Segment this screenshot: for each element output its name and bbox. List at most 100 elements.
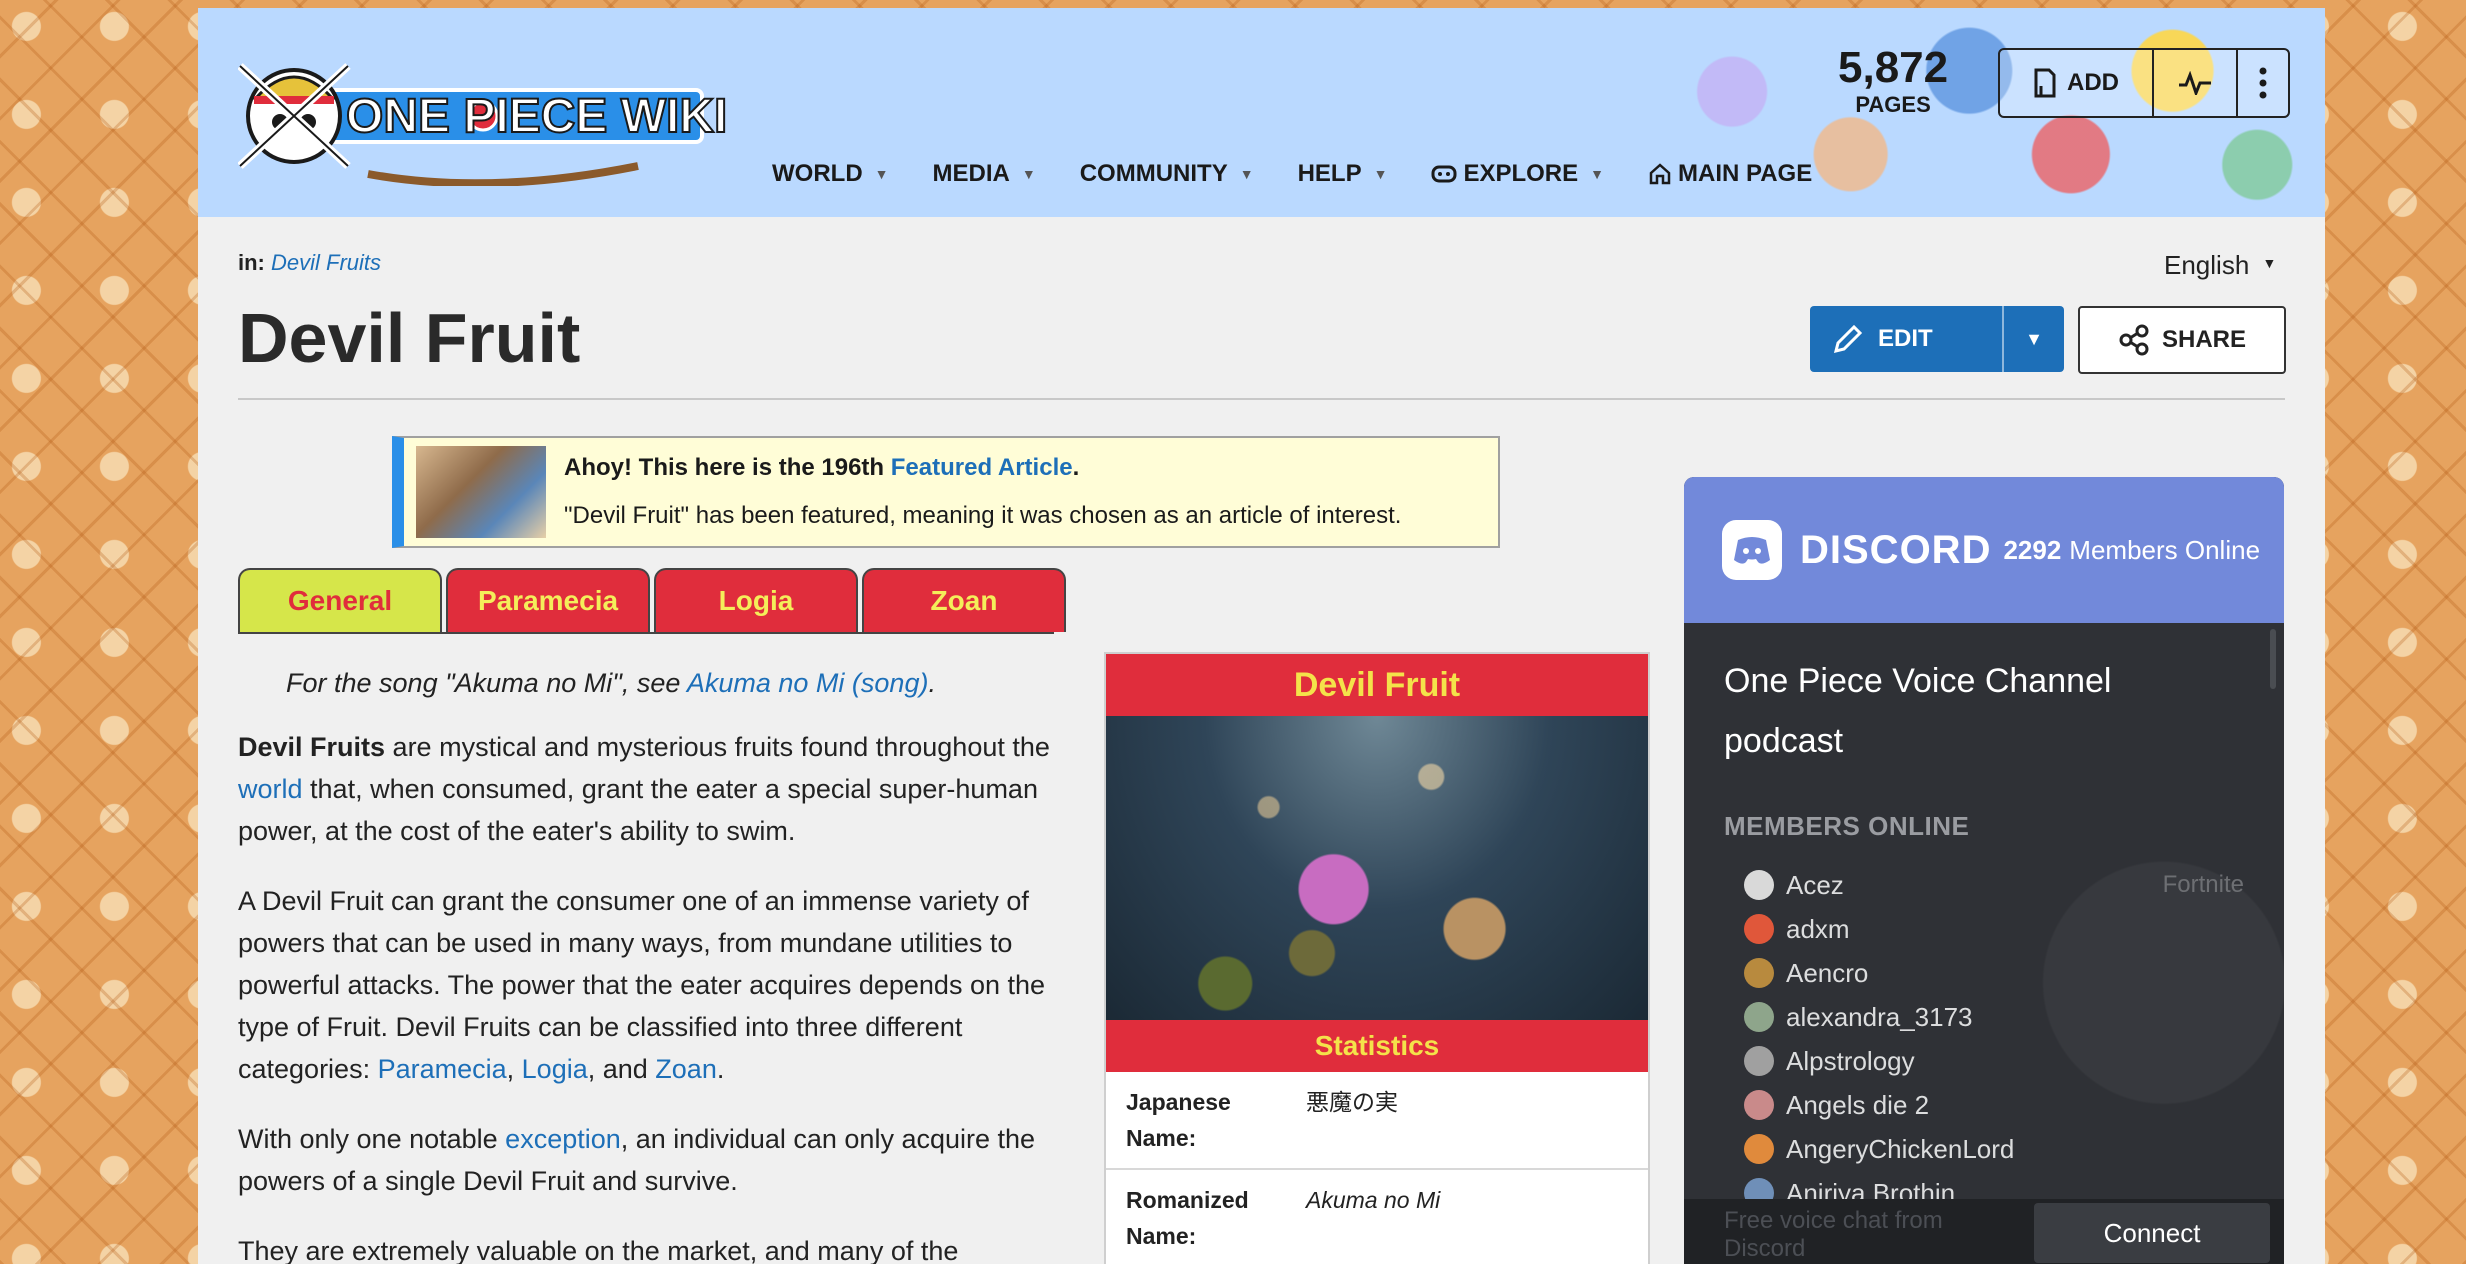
page-count: 5,872 PAGES (1838, 44, 1948, 118)
avatar (1744, 1046, 1774, 1076)
discord-member[interactable]: alexandra_3173 (1744, 995, 2244, 1039)
page: ONE PIECE WIKI WORLD ▼ MEDIA ▼ COMMUNITY ▼ … (198, 8, 2325, 1264)
chevron-down-icon: ▼ (874, 166, 889, 182)
featured-suffix: . (1072, 454, 1080, 481)
page-title: Devil Fruit (238, 299, 581, 377)
more-button[interactable] (2238, 50, 2288, 116)
category-tabs: General Paramecia Logia Zoan (238, 568, 1070, 632)
paragraph-3: With only one notable exception, an indi… (238, 1118, 1070, 1202)
edit-button[interactable]: EDIT (1810, 306, 2004, 372)
infobox-row: Japanese Name: 悪魔の実 (1106, 1072, 1648, 1170)
wiki-header: ONE PIECE WIKI WORLD ▼ MEDIA ▼ COMMUNITY ▼ … (198, 8, 2325, 217)
discord-connect-button[interactable]: Connect (2034, 1203, 2270, 1263)
paragraph-4: They are extremely valuable on the marke… (238, 1236, 959, 1264)
nav-main-page[interactable]: MAIN PAGE (1648, 160, 1812, 188)
tabs-baseline (238, 632, 1054, 634)
activity-button[interactable] (2154, 50, 2238, 116)
discord-member-name: Angels die 2 (1786, 1089, 1930, 1120)
discord-logo-icon (1722, 520, 1782, 580)
share-button[interactable]: SHARE (2078, 306, 2286, 374)
discord-member-name: Acez (1786, 869, 1844, 900)
tab-zoan[interactable]: Zoan (862, 568, 1066, 632)
add-label: ADD (2067, 69, 2119, 96)
nav-help[interactable]: HELP ▼ (1298, 160, 1388, 188)
infobox: Devil Fruit Statistics Japanese Name: 悪魔… (1104, 652, 1650, 1264)
more-vertical-icon (2259, 67, 2267, 99)
p1-text-a: are mystical and mysterious fruits found… (385, 732, 1050, 762)
edit-dropdown-button[interactable]: ▼ (2004, 306, 2064, 372)
world-link[interactable]: world (238, 774, 303, 804)
chevron-down-icon: ▼ (1590, 166, 1604, 182)
discord-member[interactable]: Alpstrology (1744, 1039, 2244, 1083)
tab-general[interactable]: General (238, 568, 442, 632)
nav-main-page-label: MAIN PAGE (1678, 160, 1813, 187)
tab-paramecia[interactable]: Paramecia (446, 568, 650, 632)
p3-text-a: With only one notable (238, 1124, 506, 1154)
edit-label: EDIT (1878, 325, 1933, 352)
activity-icon (2178, 71, 2212, 95)
discord-member[interactable]: Acez Fortnite (1744, 863, 2244, 907)
infobox-value: 悪魔の実 (1306, 1089, 1398, 1115)
featured-line-2: "Devil Fruit" has been featured, meaning… (564, 502, 1402, 529)
discord-member[interactable]: adxm (1744, 907, 2244, 951)
discord-scrollbar[interactable] (2270, 629, 2276, 689)
discord-member-count: 2292 (2003, 534, 2062, 565)
infobox-row: Romanized Name: Akuma no Mi (1106, 1170, 1648, 1264)
tab-logia[interactable]: Logia (654, 568, 858, 632)
wiki-logo[interactable]: ONE PIECE WIKI (238, 46, 738, 186)
p1-text-b: that, when consumed, grant the eater a s… (238, 774, 1038, 846)
discord-footer-text: Free voice chat from Discord (1724, 1207, 1943, 1262)
add-button[interactable]: ADD (2000, 50, 2154, 116)
discord-member[interactable]: Angels die 2 (1744, 1083, 2244, 1127)
infobox-image[interactable] (1106, 716, 1648, 1020)
nav-explore-label: EXPLORE (1463, 160, 1579, 187)
p2-end: . (716, 1054, 725, 1084)
nav-explore[interactable]: EXPLORE ▼ (1431, 160, 1604, 188)
avatar (1744, 1090, 1774, 1120)
paramecia-link[interactable]: Paramecia (378, 1054, 507, 1084)
discord-member-name: AngeryChickenLord (1786, 1133, 2015, 1164)
discord-member-name: adxm (1786, 913, 1850, 944)
edit-button-group: EDIT ▼ (1810, 306, 2064, 372)
featured-article-link[interactable]: Featured Article (891, 454, 1073, 481)
page-count-number: 5,872 (1838, 43, 1949, 92)
breadcrumb-link[interactable]: Devil Fruits (271, 250, 381, 275)
share-label: SHARE (2161, 326, 2246, 353)
infobox-section-header: Statistics (1106, 1020, 1648, 1072)
avatar (1744, 958, 1774, 988)
discord-online-label: Members Online (2069, 534, 2261, 565)
caret-down-icon: ▼ (2025, 328, 2043, 349)
hatnote-suffix: . (928, 668, 936, 698)
logia-link[interactable]: Logia (522, 1054, 588, 1084)
discord-member-game: Fortnite (2162, 871, 2244, 898)
p2-sep-1: , (506, 1054, 522, 1084)
nav-community-label: COMMUNITY (1079, 160, 1228, 187)
caret-down-icon: ▼ (2262, 255, 2277, 271)
share-icon (2118, 324, 2150, 356)
nav-world[interactable]: WORLD ▼ (772, 160, 889, 188)
nav-media[interactable]: MEDIA ▼ (933, 160, 1036, 188)
discord-member[interactable]: AngeryChickenLord (1744, 1127, 2244, 1171)
hatnote-link[interactable]: Akuma no Mi (song) (687, 668, 929, 698)
avatar (1744, 870, 1774, 900)
zoan-link[interactable]: Zoan (655, 1054, 717, 1084)
discord-footer: Free voice chat from Discord Connect (1684, 1199, 2284, 1264)
p2-sep-2: , and (587, 1054, 656, 1084)
nav-community[interactable]: COMMUNITY ▼ (1080, 160, 1254, 188)
breadcrumb-prefix: in: (238, 250, 265, 275)
p1-bold: Devil Fruits (238, 732, 386, 762)
language-selector[interactable]: English ▼ (2164, 250, 2276, 281)
pencil-icon (1832, 323, 1864, 355)
infobox-key: Japanese Name: (1126, 1089, 1231, 1151)
members-online-label: MEMBERS ONLINE (1724, 811, 1970, 841)
exception-link[interactable]: exception (505, 1124, 621, 1154)
discord-member-list: Acez Fortnite adxm Aencro alexandra_3173 Alps… (1744, 863, 2244, 1215)
discord-channel-name: One Piece Voice Channel podcast (1724, 662, 2112, 760)
paragraph-1: Devil Fruits are mystical and mysterious… (238, 726, 1070, 852)
discord-member-name: alexandra_3173 (1786, 1001, 1973, 1032)
avatar (1744, 1002, 1774, 1032)
discord-member[interactable]: Aencro (1744, 951, 2244, 995)
discord-header: DISCORD 2292 Members Online (1684, 477, 2284, 623)
top-nav: WORLD ▼ MEDIA ▼ COMMUNITY ▼ HELP ▼ EXPLORE ▼ … (772, 160, 1856, 188)
featured-prefix: Ahoy! This here is the 196th (564, 454, 891, 481)
